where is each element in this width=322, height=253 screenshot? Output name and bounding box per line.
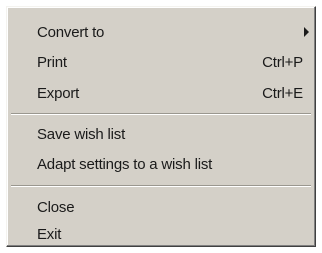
menu-item-save-wish-list[interactable]: Save wish list	[7, 121, 315, 147]
menu-item-label: Exit	[37, 225, 62, 243]
menu-separator	[11, 113, 311, 115]
menu-item-label: Export	[37, 84, 80, 102]
context-menu: Convert to Print Ctrl+P Export Ctrl+E Sa…	[6, 6, 316, 247]
menu-item-label: Adapt settings to a wish list	[37, 155, 213, 173]
submenu-arrow-icon	[304, 27, 309, 37]
menu-separator	[11, 185, 311, 187]
menu-item-label: Convert to	[37, 23, 105, 41]
menu-item-exit[interactable]: Exit	[7, 221, 315, 247]
menu-item-shortcut: Ctrl+P	[262, 53, 303, 71]
menu-item-print[interactable]: Print Ctrl+P	[7, 49, 315, 75]
menu-item-label: Save wish list	[37, 125, 126, 143]
menu-item-adapt-settings[interactable]: Adapt settings to a wish list	[7, 151, 315, 177]
menu-item-close[interactable]: Close	[7, 194, 315, 220]
menu-item-convert-to[interactable]: Convert to	[7, 19, 315, 45]
menu-item-shortcut: Ctrl+E	[262, 84, 303, 102]
menu-item-export[interactable]: Export Ctrl+E	[7, 80, 315, 106]
menu-item-label: Close	[37, 198, 75, 216]
menu-item-label: Print	[37, 53, 67, 71]
